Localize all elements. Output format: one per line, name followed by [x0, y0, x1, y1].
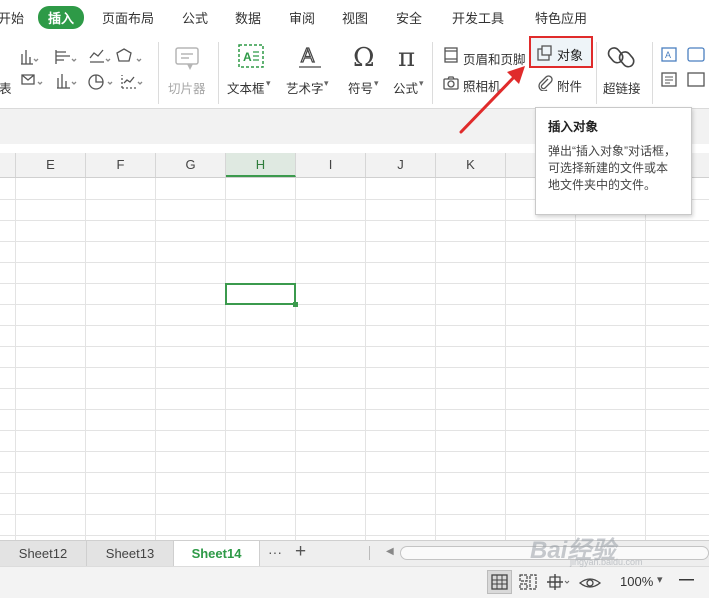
eye-protection-icon[interactable] — [578, 573, 602, 591]
watermark-url: jingyan.baidu.com — [570, 557, 643, 567]
attachment-button[interactable]: 附件 — [557, 76, 582, 95]
hyperlink-button[interactable]: 超链接 — [603, 78, 641, 97]
column-f[interactable]: F — [86, 153, 156, 177]
insert-object-button[interactable]: 对象 — [529, 36, 593, 68]
menu-start[interactable]: 开始 — [0, 8, 24, 27]
svg-text:A: A — [301, 45, 315, 67]
menu-page-layout[interactable]: 页面布局 — [102, 8, 154, 27]
column-k[interactable]: K — [436, 153, 506, 177]
menu-insert[interactable]: 插入 — [38, 6, 85, 29]
annotation-arrow — [459, 66, 525, 134]
paperclip-icon — [538, 75, 553, 91]
more-insert-icons[interactable]: A — [660, 46, 709, 94]
slicer-icon — [175, 47, 199, 70]
column-h[interactable]: H — [226, 153, 296, 177]
ribbon-separator — [652, 42, 653, 104]
menu-developer[interactable]: 开发工具 — [452, 8, 504, 27]
menu-security[interactable]: 安全 — [396, 8, 422, 27]
column-g[interactable]: G — [156, 153, 226, 177]
ribbon-separator — [218, 42, 219, 104]
ribbon-partial-label: 表 — [0, 82, 12, 96]
insert-object-tooltip: 插入对象 弹出“插入对象”对话框，可选择新建的文件或本地文件夹中的文件。 — [535, 107, 692, 215]
chart-types-icon-group[interactable] — [20, 46, 160, 104]
cell-grid[interactable] — [0, 178, 709, 540]
more-sheets-button[interactable]: ··· — [268, 544, 282, 560]
reading-mode-icon[interactable] — [545, 572, 571, 592]
tooltip-title: 插入对象 — [548, 120, 599, 134]
object-icon — [537, 45, 552, 61]
zoom-out-button[interactable]: — — [679, 571, 694, 588]
add-sheet-button[interactable]: + — [295, 541, 306, 563]
sheet-tab-sheet12[interactable]: Sheet12 — [0, 541, 87, 566]
sheet-tab-sheet13[interactable]: Sheet13 — [87, 541, 174, 566]
chevron-down-icon: ▾ — [419, 78, 424, 88]
status-bar: 100% ▾ — — [0, 566, 709, 598]
menu-special[interactable]: 特色应用 — [535, 8, 587, 27]
menu-formula[interactable]: 公式 — [182, 8, 208, 27]
column-j[interactable]: J — [366, 153, 436, 177]
object-label: 对象 — [557, 48, 584, 63]
grid-view-icon — [491, 574, 508, 590]
row-header-corner — [0, 153, 16, 177]
ribbon-separator — [158, 42, 159, 104]
pi-icon: π — [398, 43, 415, 72]
formula-button[interactable]: 公式 — [393, 78, 418, 97]
svg-text:A: A — [665, 50, 671, 60]
slicer-button[interactable]: 切片器 — [168, 78, 206, 97]
zoom-level[interactable]: 100% — [620, 574, 653, 589]
textbox-icon: A — [238, 44, 264, 68]
baidu-watermark: Bai经验 jingyan.baidu.com — [530, 530, 670, 570]
column-e[interactable]: E — [16, 153, 86, 177]
zoom-dropdown-icon[interactable]: ▾ — [657, 573, 663, 586]
chevron-down-icon: ▾ — [324, 78, 329, 88]
menu-bar: 开始 插入 页面布局 公式 数据 审阅 视图 安全 开发工具 特色应用 — [0, 0, 709, 34]
symbol-button[interactable]: 符号 — [348, 78, 373, 97]
menu-review[interactable]: 审阅 — [289, 8, 315, 27]
ribbon-separator — [432, 42, 433, 104]
scroll-left-icon[interactable]: ◀ — [386, 546, 394, 557]
textbox-button[interactable]: 文本框 — [227, 78, 265, 97]
column-i[interactable]: I — [296, 153, 366, 177]
wordart-button[interactable]: 艺术字 — [286, 78, 324, 97]
ribbon: 表 切片器 A 文本框 ▾ A 艺术字 ▾ Ω 符号 ▾ π 公式 ▾ 页眉和页… — [0, 34, 709, 109]
chevron-down-icon: ▾ — [266, 78, 271, 88]
page-break-view-icon[interactable] — [517, 572, 539, 592]
tooltip-body: 弹出“插入对象”对话框，可选择新建的文件或本地文件夹中的文件。 — [548, 144, 676, 192]
wordart-icon: A — [299, 44, 321, 68]
normal-view-button[interactable] — [487, 570, 512, 594]
svg-text:A: A — [243, 50, 252, 64]
fill-handle[interactable] — [293, 302, 298, 307]
sheet-tab-sheet14[interactable]: Sheet14 — [174, 541, 260, 566]
menu-view[interactable]: 视图 — [342, 8, 368, 27]
chain-link-icon — [607, 47, 635, 68]
active-cell[interactable] — [225, 283, 296, 305]
omega-icon: Ω — [353, 43, 375, 72]
menu-data[interactable]: 数据 — [235, 8, 261, 27]
divider — [369, 546, 370, 560]
chevron-down-icon: ▾ — [374, 78, 379, 88]
svg-text:Ω: Ω — [353, 43, 375, 72]
ribbon-separator — [596, 42, 597, 104]
svg-text:π: π — [398, 43, 415, 72]
